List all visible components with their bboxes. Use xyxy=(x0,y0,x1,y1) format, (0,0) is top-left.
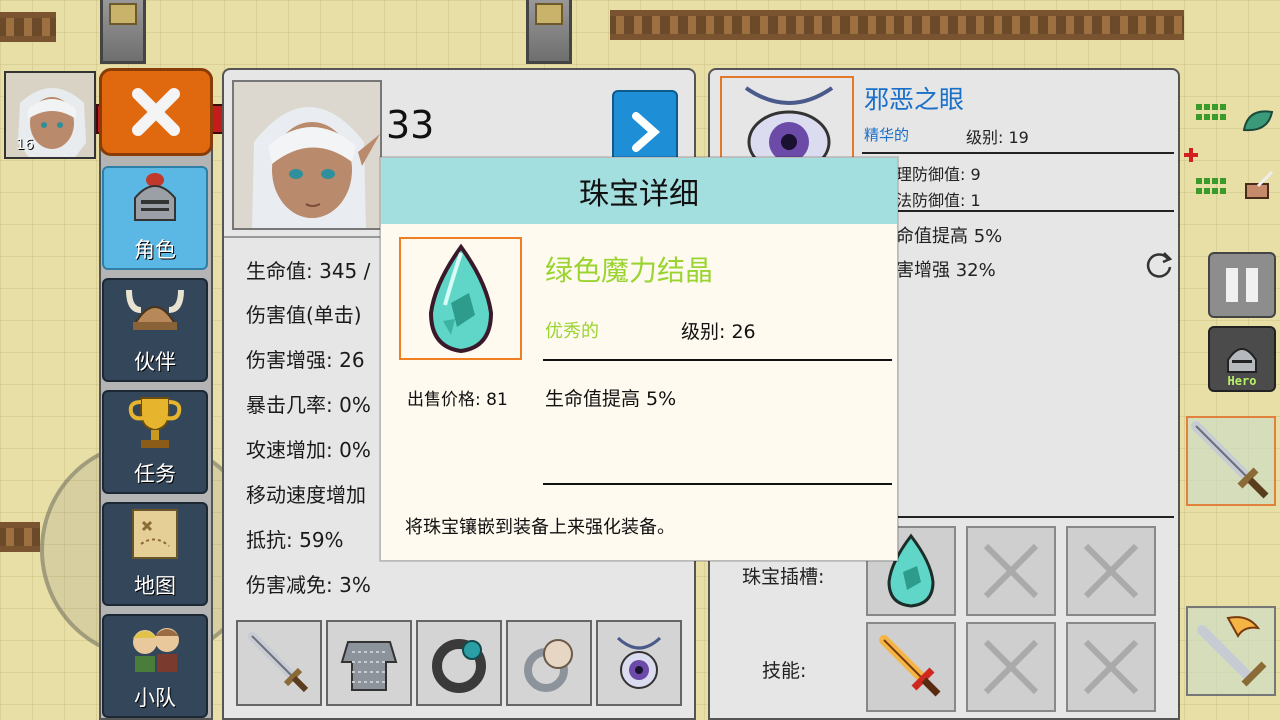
buff-grid-icon xyxy=(1196,178,1226,194)
modal-header: 珠宝详细 xyxy=(381,158,897,224)
item-base-stat: 理防御值: 9 xyxy=(896,165,981,184)
stone-pillar xyxy=(100,0,146,64)
fence xyxy=(0,522,40,552)
health-plus-icon xyxy=(1184,148,1198,162)
item-bonus-stat: 害增强 32% xyxy=(896,260,996,281)
flame-sword-icon xyxy=(879,635,941,697)
nav-item-quest[interactable]: 任务 xyxy=(102,390,208,494)
hero-label: Hero xyxy=(1227,374,1257,388)
quick-slot-skill[interactable] xyxy=(1186,606,1276,696)
stat-attack-speed: 攻速增加: 0% xyxy=(246,438,371,462)
equip-slot-ring[interactable] xyxy=(506,620,592,706)
equip-slot-weapon[interactable] xyxy=(236,620,322,706)
gem-slot-empty[interactable] xyxy=(1066,526,1156,616)
equip-slot-amulet[interactable] xyxy=(596,620,682,706)
skill-slot-filled[interactable] xyxy=(866,622,956,712)
skill-label: 技能: xyxy=(762,660,807,682)
gem-grade: 优秀的 xyxy=(545,321,599,342)
equip-slot-armor[interactable] xyxy=(326,620,412,706)
divider xyxy=(543,359,892,361)
fence xyxy=(0,12,56,42)
equip-slot-bracelet[interactable] xyxy=(416,620,502,706)
fence xyxy=(610,10,1184,40)
stat-crit-chance: 暴击几率: 0% xyxy=(246,393,371,417)
hero-button[interactable]: Hero xyxy=(1208,326,1276,392)
ring-icon xyxy=(524,639,573,692)
party-icon xyxy=(133,628,179,672)
divider xyxy=(543,483,892,485)
pause-icon xyxy=(1246,268,1258,302)
sell-price: 出售价格: 81 xyxy=(407,390,508,410)
gem-icon-frame xyxy=(399,237,522,360)
knight-helmet-icon xyxy=(1227,348,1257,373)
hero-portrait-chip[interactable]: 16 xyxy=(4,71,96,159)
bracelet-icon xyxy=(432,639,486,693)
gem-description: 将珠宝镶嵌到装备上来强化装备。 xyxy=(405,517,675,538)
nav-label: 小队 xyxy=(134,686,176,710)
item-bonus-stat: 命值提高 5% xyxy=(896,226,1003,247)
gem-detail-modal: 珠宝详细 绿色魔力结晶 优秀的 级别: 26 出售价格: 81 生命值提高 5%… xyxy=(380,157,898,561)
trophy-icon xyxy=(128,397,182,448)
amulet-icon xyxy=(616,636,662,689)
buff-grid-icon xyxy=(1196,104,1226,120)
sword-icon xyxy=(247,631,309,693)
empty-slot-x-icon xyxy=(983,639,1039,695)
divider xyxy=(896,516,1174,518)
empty-slot-x-icon xyxy=(983,543,1039,599)
empty-slot-x-icon xyxy=(1083,639,1139,695)
skill-slot-empty[interactable] xyxy=(1066,622,1156,712)
chainmail-icon xyxy=(340,641,398,691)
nav-item-map[interactable]: 地图 xyxy=(102,502,208,606)
empty-slot-x-icon xyxy=(1083,543,1139,599)
gem-effect: 生命值提高 5% xyxy=(545,388,677,410)
stat-damage-boost: 伤害增强: 26 xyxy=(246,348,365,372)
leaf-icon xyxy=(1242,110,1274,132)
close-icon xyxy=(132,88,180,136)
nav-item-companion[interactable]: 伙伴 xyxy=(102,278,208,382)
elf-portrait-icon xyxy=(234,82,380,228)
pause-button[interactable] xyxy=(1208,252,1276,318)
divider xyxy=(896,210,1174,212)
nav-label: 伙伴 xyxy=(134,350,176,374)
sword-icon xyxy=(1191,421,1269,499)
map-scroll-icon xyxy=(132,509,178,559)
nav-label: 角色 xyxy=(134,238,176,262)
item-name: 邪恶之眼 xyxy=(864,85,965,114)
stat-hp: 生命值: 345 / xyxy=(246,259,371,283)
stat-damage-reduction: 伤害减免: 3% xyxy=(246,573,371,597)
scroll-quill-icon xyxy=(1245,170,1274,199)
nav-item-party[interactable]: 小队 xyxy=(102,614,208,718)
character-portrait xyxy=(232,80,382,230)
divider xyxy=(862,152,1174,154)
gem-name: 绿色魔力结晶 xyxy=(545,254,714,287)
stone-pillar xyxy=(526,0,572,64)
flame-sword-icon xyxy=(1197,616,1267,687)
pause-icon xyxy=(1226,268,1238,302)
hero-level: 16 xyxy=(16,137,34,153)
stat-resistance: 抵抗: 59% xyxy=(246,528,344,552)
stat-move-speed: 移动速度增加 xyxy=(246,483,366,507)
item-icon-frame xyxy=(720,76,854,166)
quick-slot-weapon[interactable] xyxy=(1186,416,1276,506)
modal-title: 珠宝详细 xyxy=(579,177,699,212)
green-gem-icon xyxy=(428,243,493,353)
item-grade: 精华的 xyxy=(864,126,910,144)
stat-damage: 伤害值(单击) xyxy=(246,303,362,327)
skill-slot-empty[interactable] xyxy=(966,622,1056,712)
gem-slot-label: 珠宝插槽: xyxy=(742,566,825,588)
refresh-icon[interactable] xyxy=(1144,250,1174,280)
knight-helmet-icon xyxy=(134,173,176,221)
horned-helmet-icon xyxy=(126,289,184,330)
gem-level: 级别: 26 xyxy=(681,321,756,343)
nav-item-character[interactable]: 角色 xyxy=(102,166,208,270)
nav-label: 任务 xyxy=(134,462,176,486)
close-button[interactable] xyxy=(99,68,213,156)
gem-slot-empty[interactable] xyxy=(966,526,1056,616)
character-level: 33 xyxy=(386,103,435,147)
item-level: 级别: 19 xyxy=(966,128,1029,147)
chevron-right-icon xyxy=(632,112,661,152)
item-base-stat: 法防御值: 1 xyxy=(896,191,981,210)
nav-label: 地图 xyxy=(134,574,176,598)
evil-eye-amulet-icon xyxy=(744,86,834,164)
